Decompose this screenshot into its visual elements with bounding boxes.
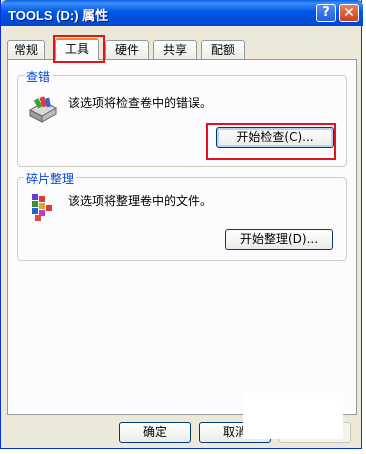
ok-button[interactable]: 确定	[119, 422, 191, 443]
error-check-title: 查错	[24, 68, 53, 85]
properties-dialog: TOOLS (D:) 属性 ? ✕ 常规 工具 硬件 共享 配额 查错 该选项将…	[0, 0, 363, 449]
defrag-description: 该选项将整理卷中的文件。	[68, 194, 213, 208]
defrag-icon	[32, 194, 52, 221]
defrag-group: 碎片整理 该选项将整理卷中的文件。 开始整理(D)...	[17, 170, 347, 261]
start-defrag-button[interactable]: 开始整理(D)...	[225, 229, 333, 250]
close-button[interactable]: ✕	[339, 4, 359, 22]
window-title: TOOLS (D:) 属性	[8, 8, 109, 23]
error-check-description: 该选项将检查卷中的错误。	[68, 96, 213, 110]
disk-check-icon	[28, 96, 58, 123]
tab-highlight-box	[53, 35, 105, 63]
watermark-overlay	[243, 393, 343, 439]
title-bar[interactable]: TOOLS (D:) 属性 ? ✕	[1, 0, 363, 26]
tools-panel: 查错 该选项将检查卷中的错误。 开始检查(C)... 碎片整理 该选项将整理卷中…	[7, 59, 357, 415]
check-button-highlight-box	[206, 123, 336, 160]
tab-general[interactable]: 常规	[7, 40, 45, 59]
defrag-title: 碎片整理	[24, 170, 77, 187]
help-button[interactable]: ?	[316, 4, 336, 22]
tab-sharing[interactable]: 共享	[153, 40, 197, 59]
tab-hardware[interactable]: 硬件	[105, 40, 149, 59]
tab-quota[interactable]: 配额	[201, 40, 245, 59]
